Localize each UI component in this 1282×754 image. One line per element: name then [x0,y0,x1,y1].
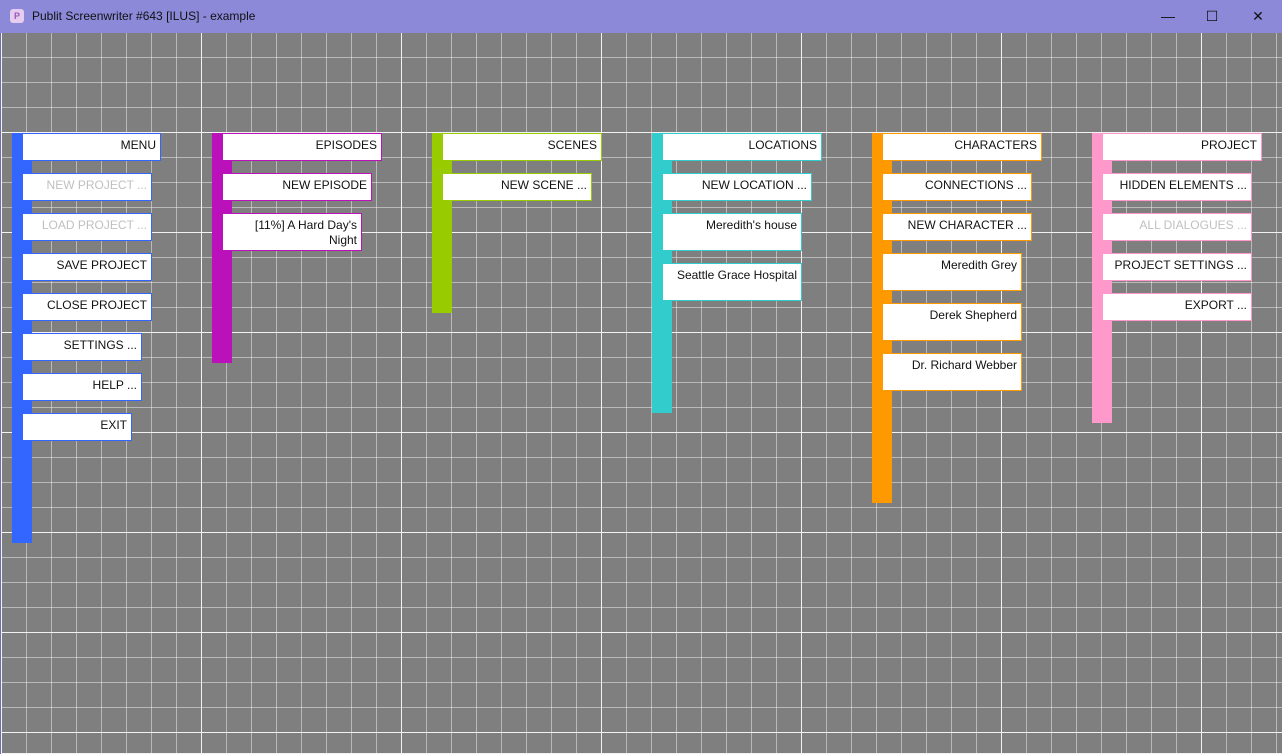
load-project-button[interactable]: LOAD PROJECT ... [22,213,152,241]
new-character-button[interactable]: NEW CHARACTER ... [882,213,1032,241]
save-project-button[interactable]: SAVE PROJECT [22,253,152,281]
location-item[interactable]: Seattle Grace Hospital [662,263,802,301]
locations-header[interactable]: LOCATIONS [662,133,822,161]
minimize-button[interactable]: — [1145,0,1191,33]
episodes-header[interactable]: EPISODES [222,133,382,161]
title-bar: P Publit Screenwriter #643 [ILUS] - exam… [0,0,1282,33]
app-icon: P [10,9,24,23]
close-project-button[interactable]: CLOSE PROJECT [22,293,152,321]
scenes-header[interactable]: SCENES [442,133,602,161]
character-item[interactable]: Derek Shepherd [882,303,1022,341]
new-location-button[interactable]: NEW LOCATION ... [662,173,812,201]
maximize-button[interactable]: ☐ [1189,0,1235,33]
character-item[interactable]: Meredith Grey [882,253,1022,291]
exit-button[interactable]: EXIT [22,413,132,441]
all-dialogues-button[interactable]: ALL DIALOGUES ... [1102,213,1252,241]
help-button[interactable]: HELP ... [22,373,142,401]
project-settings-button[interactable]: PROJECT SETTINGS ... [1102,253,1252,281]
menu-header[interactable]: MENU [22,133,161,161]
characters-header[interactable]: CHARACTERS [882,133,1042,161]
episode-item[interactable]: [11%] A Hard Day's Night [222,213,362,251]
new-project-button[interactable]: NEW PROJECT ... [22,173,152,201]
window-title: Publit Screenwriter #643 [ILUS] - exampl… [32,9,256,23]
new-episode-button[interactable]: NEW EPISODE [222,173,372,201]
hidden-elements-button[interactable]: HIDDEN ELEMENTS ... [1102,173,1252,201]
board-canvas[interactable]: MENU NEW PROJECT ... LOAD PROJECT ... SA… [0,33,1282,754]
character-item[interactable]: Dr. Richard Webber [882,353,1022,391]
connections-button[interactable]: CONNECTIONS ... [882,173,1032,201]
project-header[interactable]: PROJECT [1102,133,1262,161]
new-scene-button[interactable]: NEW SCENE ... [442,173,592,201]
close-window-button[interactable]: ✕ [1235,0,1281,33]
location-item[interactable]: Meredith's house [662,213,802,251]
export-button[interactable]: EXPORT ... [1102,293,1252,321]
settings-button[interactable]: SETTINGS ... [22,333,142,361]
